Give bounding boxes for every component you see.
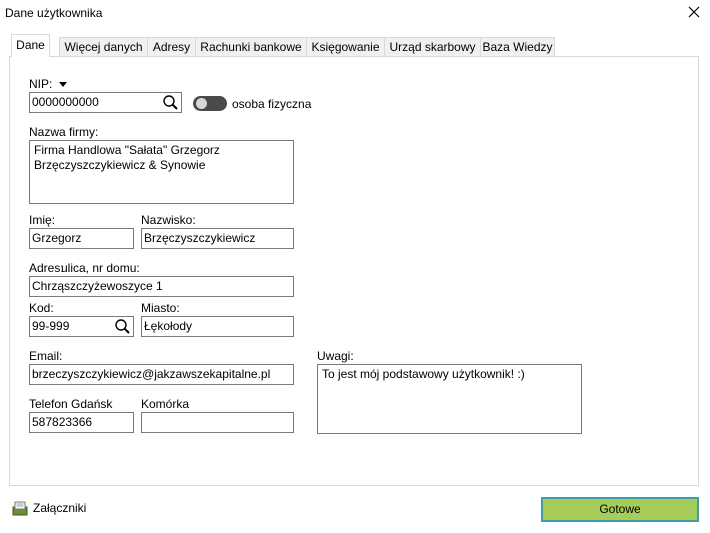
first-name-input[interactable]: Grzegorz xyxy=(29,228,134,249)
city-input[interactable]: Łękołody xyxy=(141,316,294,337)
attachments-button[interactable]: Załączniki xyxy=(12,499,92,517)
close-button[interactable] xyxy=(684,3,704,23)
email-input[interactable]: brzeczyszczykiewicz@jakzawszekapitalne.p… xyxy=(29,364,294,385)
company-label: Nazwa firmy: xyxy=(29,125,99,139)
attachment-icon xyxy=(12,501,28,516)
notes-textarea[interactable]: To jest mój podstawowy użytkownik! :) xyxy=(317,364,582,434)
nip-search-button[interactable] xyxy=(160,93,181,112)
caret-down-icon xyxy=(59,82,67,87)
tab-wiecej-danych[interactable]: Więcej danych xyxy=(59,37,148,57)
last-name-input[interactable]: Brzęczyszczykiewicz xyxy=(141,228,294,249)
address-input[interactable]: Chrząszczyżewoszyce 1 xyxy=(29,276,294,297)
postal-search-button[interactable] xyxy=(112,317,133,336)
email-label: Email: xyxy=(29,349,63,363)
first-name-label: Imię: xyxy=(29,213,56,227)
postal-label: Kod: xyxy=(29,301,54,315)
tab-ksiegowanie[interactable]: Księgowanie xyxy=(306,37,385,57)
tab-rachunki-bankowe[interactable]: Rachunki bankowe xyxy=(195,37,307,57)
nip-dropdown-button[interactable] xyxy=(57,78,69,88)
address-label: Adres: xyxy=(29,261,64,275)
osoba-fizyczna-label: osoba fizyczna xyxy=(232,97,312,111)
toggle-knob xyxy=(196,98,207,109)
city-label: Miasto: xyxy=(141,301,180,315)
tab-adresy[interactable]: Adresy xyxy=(147,37,196,57)
window-title: Dane użytkownika xyxy=(5,6,103,20)
company-textarea[interactable]: Firma Handlowa "Sałata" Grzegorz Brzęczy… xyxy=(29,140,294,204)
address-sublabel: ulica, nr domu: xyxy=(61,261,140,275)
close-icon xyxy=(688,6,700,18)
mobile-input[interactable] xyxy=(141,412,294,433)
osoba-fizyczna-toggle[interactable] xyxy=(193,96,227,111)
tab-baza-wiedzy[interactable]: Baza Wiedzy xyxy=(480,37,555,57)
nip-label: NIP: xyxy=(29,77,53,91)
notes-label: Uwagi: xyxy=(317,349,354,363)
attachments-label: Załączniki xyxy=(33,501,87,515)
mobile-label: Komórka xyxy=(141,397,190,411)
tab-urzad-skarbowy[interactable]: Urząd skarbowy xyxy=(384,37,481,57)
search-icon xyxy=(163,95,178,110)
phone-input[interactable]: 587823366 xyxy=(29,412,134,433)
phone-label: Telefon Gdańsk xyxy=(29,397,113,411)
last-name-label: Nazwisko: xyxy=(141,213,196,227)
done-button[interactable]: Gotowe xyxy=(541,497,699,522)
tab-dane[interactable]: Dane xyxy=(11,34,50,57)
search-icon xyxy=(115,319,130,334)
